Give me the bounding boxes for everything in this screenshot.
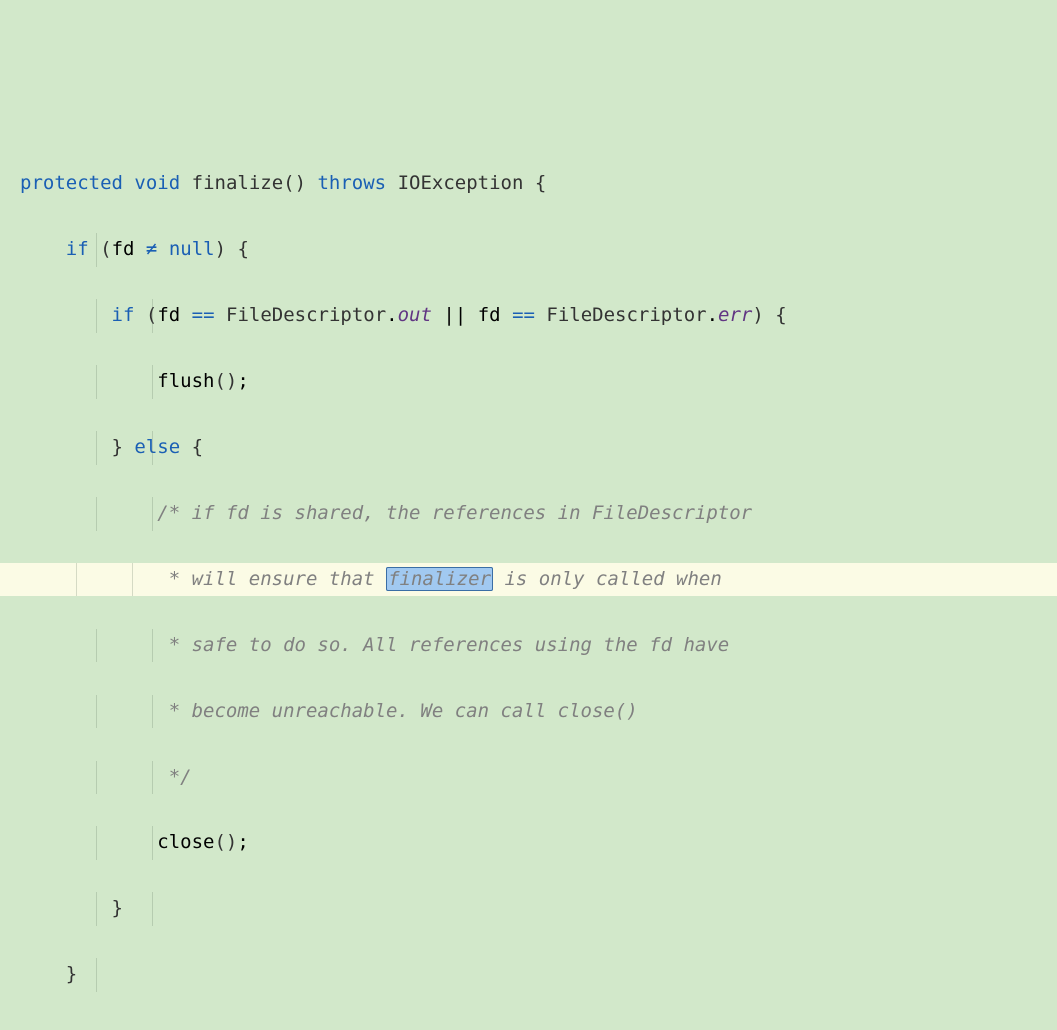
paren: () [214, 831, 237, 853]
field-err: err [718, 304, 752, 326]
indent-guide-icon [96, 497, 97, 531]
indent-guide-icon [152, 629, 153, 663]
call-close: close [157, 831, 214, 853]
brace: } [112, 436, 123, 458]
identifier-fd: fd [478, 304, 501, 326]
indent-guide-icon [76, 563, 77, 597]
indent-guide-icon [152, 365, 153, 399]
brace: { [192, 436, 203, 458]
brace: } [66, 963, 77, 985]
keyword-void: void [134, 172, 180, 194]
indent-guide-icon [152, 761, 153, 795]
code-line: if (fd == FileDescriptor.out || fd == Fi… [20, 299, 1057, 333]
brace: } [112, 897, 123, 919]
type-filedescriptor: FileDescriptor [226, 304, 386, 326]
code-line: close(); [20, 826, 1057, 860]
search-highlight: finalizer [386, 567, 493, 591]
method-name: finalize [192, 172, 284, 194]
comment-text: * will ensure that finalizer is only cal… [157, 567, 722, 591]
paren: ( [100, 238, 111, 260]
field-out: out [398, 304, 432, 326]
type-ioexception: IOException [398, 172, 524, 194]
code-line: flush(); [20, 365, 1057, 399]
indent-guide-icon [96, 958, 97, 992]
code-line: } [20, 958, 1057, 992]
code-line: } [20, 892, 1057, 926]
keyword-if: if [66, 238, 89, 260]
type-filedescriptor: FileDescriptor [546, 304, 706, 326]
indent-guide-icon [96, 761, 97, 795]
indent-guide-icon [96, 695, 97, 729]
indent-guide-icon [96, 365, 97, 399]
call-flush: flush [157, 370, 214, 392]
keyword-if: if [112, 304, 135, 326]
comment-text: /* if fd is shared, the references in Fi… [157, 502, 752, 524]
comment-text: */ [157, 766, 191, 788]
paren: ) [215, 238, 226, 260]
paren: () [283, 172, 306, 194]
indent-guide-icon [152, 695, 153, 729]
code-line: * become unreachable. We can call close(… [20, 695, 1057, 729]
indent-guide-icon [132, 563, 133, 597]
keyword-else: else [134, 436, 180, 458]
operator-neq: ≠ [146, 238, 157, 260]
brace: { [237, 238, 248, 260]
indent-guide-icon [152, 299, 153, 333]
indent-guide-icon [152, 497, 153, 531]
identifier-fd: fd [112, 238, 135, 260]
code-line: * safe to do so. All references using th… [20, 629, 1057, 663]
keyword-throws: throws [317, 172, 386, 194]
brace: { [535, 172, 546, 194]
indent-guide-icon [96, 629, 97, 663]
indent-guide-icon [96, 233, 97, 267]
operator-eq: == [512, 304, 535, 326]
brace: { [775, 304, 786, 326]
code-line: /* if fd is shared, the references in Fi… [20, 497, 1057, 531]
code-line: protected void finalize() throws IOExcep… [20, 167, 1057, 201]
indent-guide-icon [96, 431, 97, 465]
indent-guide-icon [152, 892, 153, 926]
code-editor[interactable]: protected void finalize() throws IOExcep… [0, 129, 1057, 1030]
keyword-null: null [169, 238, 215, 260]
paren: ) [752, 304, 763, 326]
code-line: */ [20, 761, 1057, 795]
identifier-fd: fd [157, 304, 180, 326]
operator-or: || [443, 304, 466, 326]
comment-text: * safe to do so. All references using th… [157, 634, 729, 656]
code-line-current: * will ensure that finalizer is only cal… [0, 563, 1057, 597]
indent-guide-icon [152, 826, 153, 860]
indent-guide-icon [96, 892, 97, 926]
paren: () [214, 370, 237, 392]
operator-eq: == [192, 304, 215, 326]
indent-guide-icon [152, 431, 153, 465]
code-line: } else { [20, 431, 1057, 465]
indent-guide-icon [96, 299, 97, 333]
comment-text: * become unreachable. We can call close(… [157, 700, 637, 722]
code-line: if (fd ≠ null) { [20, 233, 1057, 267]
indent-guide-icon [96, 826, 97, 860]
keyword-protected: protected [20, 172, 123, 194]
